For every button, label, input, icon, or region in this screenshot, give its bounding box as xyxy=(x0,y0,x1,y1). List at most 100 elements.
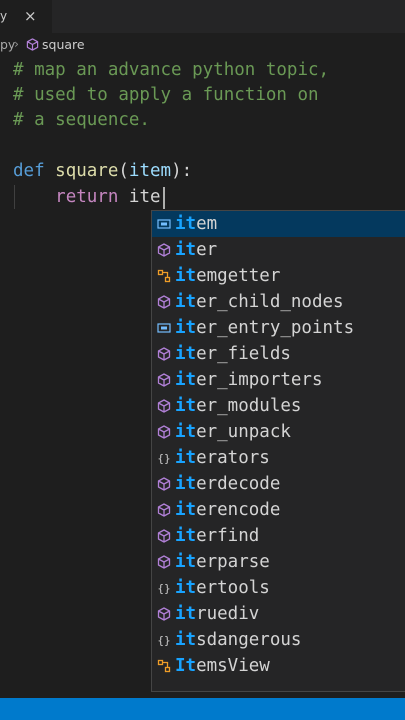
parameter-name: item xyxy=(128,161,172,181)
suggestion-match: it xyxy=(175,552,197,572)
suggestion-label: iterparse xyxy=(175,549,270,575)
suggestion-rest: er_modules xyxy=(196,396,302,416)
suggestion-label: iter xyxy=(175,237,217,263)
suggestion-label: iterfind xyxy=(175,523,259,549)
cube-icon xyxy=(157,373,171,387)
suggestion-match: It xyxy=(175,656,197,676)
suggestion-match: it xyxy=(175,422,197,442)
suggestion-match: it xyxy=(175,604,197,624)
cube-icon xyxy=(157,607,171,621)
suggestion-item[interactable]: iter_child_nodes xyxy=(152,289,405,315)
suggestion-item[interactable]: iter_modules xyxy=(152,393,405,419)
suggestion-rest: er_unpack xyxy=(196,422,291,442)
suggestion-rest: er_child_nodes xyxy=(196,292,344,312)
suggestion-item[interactable]: iter_fields xyxy=(152,341,405,367)
paren-close: ): xyxy=(171,161,193,181)
suggestion-label: itertools xyxy=(175,575,270,601)
module-icon: {} xyxy=(157,582,170,595)
suggestion-item[interactable]: itemgetter xyxy=(152,263,405,289)
suggestion-match: it xyxy=(175,474,197,494)
function-name: square xyxy=(55,161,119,181)
code-comment-line: # a sequence. xyxy=(13,110,150,130)
suggestion-rest: er xyxy=(196,240,218,260)
suggestion-item[interactable]: iter_unpack xyxy=(152,419,405,445)
cube-icon xyxy=(157,555,171,569)
status-bar xyxy=(0,698,405,720)
breadcrumb-symbol[interactable]: square xyxy=(42,37,85,52)
suggestion-label: iter_unpack xyxy=(175,419,291,445)
suggestion-match: it xyxy=(175,240,197,260)
suggestion-rest: er_fields xyxy=(196,344,291,364)
suggestion-label: iter_importers xyxy=(175,367,323,393)
suggestion-item[interactable]: iter_entry_points xyxy=(152,315,405,341)
svg-text:{}: {} xyxy=(157,582,170,595)
suggestion-widget[interactable]: item iter itemgetter iter_child_nodes iter_e… xyxy=(151,210,405,692)
suggestion-rest: emgetter xyxy=(196,266,281,286)
paren-open: ( xyxy=(118,161,129,181)
suggestion-label: ItemsView xyxy=(175,653,270,679)
module-icon: {} xyxy=(157,634,170,647)
breadcrumb: py › square xyxy=(0,34,405,56)
suggestion-rest: er_importers xyxy=(196,370,323,390)
text-cursor xyxy=(163,187,165,209)
suggestion-rest: emsView xyxy=(196,656,270,676)
suggestion-label: item xyxy=(175,211,217,237)
suggestion-label: itruediv xyxy=(175,601,259,627)
suggestion-item[interactable]: iterparse xyxy=(152,549,405,575)
suggestion-item[interactable]: item xyxy=(152,211,405,237)
suggestion-match: it xyxy=(175,266,197,286)
class-icon xyxy=(157,659,171,673)
suggestion-match: it xyxy=(175,526,197,546)
variable-icon xyxy=(157,219,171,229)
suggestion-item[interactable]: iter xyxy=(152,237,405,263)
suggestion-rest: sdangerous xyxy=(196,630,302,650)
suggestion-label: iterdecode xyxy=(175,471,280,497)
suggestion-match: it xyxy=(175,214,197,234)
suggestion-match: it xyxy=(175,318,197,338)
suggestion-label: iterators xyxy=(175,445,270,471)
cube-icon xyxy=(26,38,39,51)
indent-guide xyxy=(14,185,15,209)
suggestion-match: it xyxy=(175,630,197,650)
suggestion-rest: ruediv xyxy=(196,604,260,624)
typed-text: ite xyxy=(128,187,161,207)
suggestion-label: itsdangerous xyxy=(175,627,301,653)
suggestion-item[interactable]: {} itertools xyxy=(152,575,405,601)
code-comment-line: # map an advance python topic, xyxy=(13,60,330,80)
cube-icon xyxy=(157,243,171,257)
tab-active-file[interactable]: y × xyxy=(0,0,52,33)
suggestion-rest: er_entry_points xyxy=(196,318,355,338)
cube-icon xyxy=(157,399,171,413)
suggestion-item[interactable]: iterencode xyxy=(152,497,405,523)
keyword-return: return xyxy=(55,187,119,207)
cube-icon xyxy=(157,529,171,543)
suggestion-item[interactable]: iterdecode xyxy=(152,471,405,497)
suggestion-item[interactable]: iter_importers xyxy=(152,367,405,393)
cube-icon xyxy=(157,477,171,491)
tab-bar: y × xyxy=(0,0,405,33)
suggestion-rest: erators xyxy=(196,448,270,468)
keyword-def: def xyxy=(13,161,45,181)
suggestion-item[interactable]: iterfind xyxy=(152,523,405,549)
suggestion-item[interactable]: ItemsView xyxy=(152,653,405,679)
chevron-right-icon: › xyxy=(14,36,19,51)
code-def-line: def square(item): xyxy=(13,158,192,184)
suggestion-rest: ertools xyxy=(196,578,270,598)
suggestion-match: it xyxy=(175,448,197,468)
suggestion-item[interactable]: itruediv xyxy=(152,601,405,627)
cube-icon xyxy=(157,347,171,361)
svg-text:{}: {} xyxy=(157,452,170,465)
svg-text:{}: {} xyxy=(157,634,170,647)
suggestion-label: itemgetter xyxy=(175,263,280,289)
suggestion-rest: em xyxy=(196,214,218,234)
suggestion-rest: erencode xyxy=(196,500,281,520)
close-icon[interactable]: × xyxy=(24,7,37,25)
class-icon xyxy=(157,269,171,283)
suggestion-item[interactable]: {} itsdangerous xyxy=(152,627,405,653)
suggestion-rest: erparse xyxy=(196,552,270,572)
suggestion-label: iterencode xyxy=(175,497,280,523)
suggestion-item[interactable]: {} iterators xyxy=(152,445,405,471)
suggestion-match: it xyxy=(175,370,197,390)
suggestion-label: iter_entry_points xyxy=(175,315,354,341)
suggestion-rest: erfind xyxy=(196,526,260,546)
